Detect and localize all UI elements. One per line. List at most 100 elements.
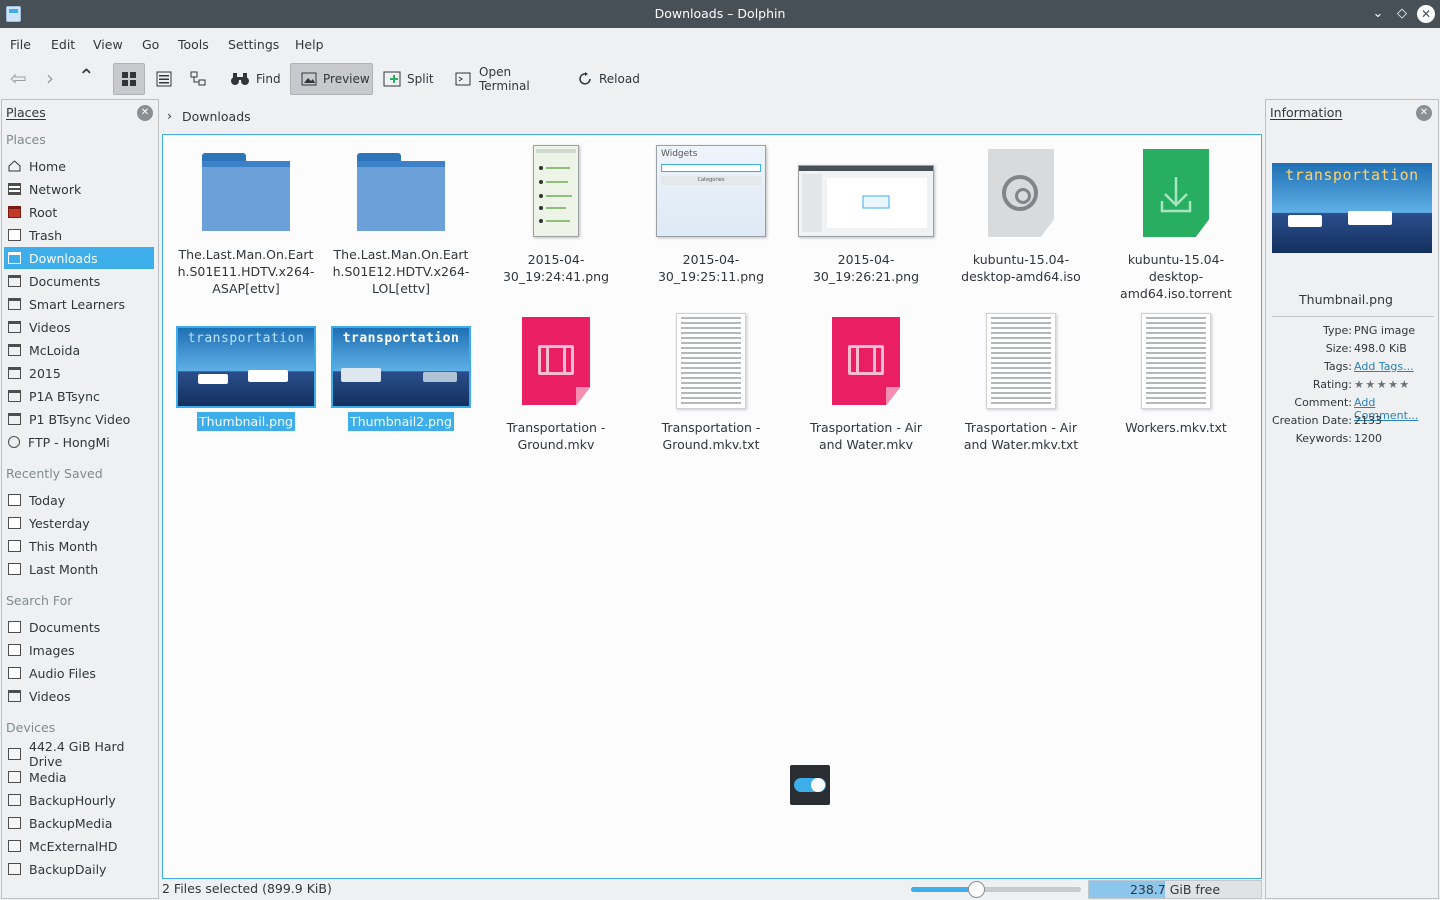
- information-file-name: Thumbnail.png: [1299, 292, 1393, 307]
- window-title: Downloads – Dolphin: [654, 6, 786, 21]
- free-space-label: 238.7 GiB free: [1129, 882, 1221, 897]
- menu-view[interactable]: View: [93, 37, 123, 52]
- back-arrow-icon[interactable]: ⇦: [10, 66, 27, 90]
- breadcrumb-chevron-icon[interactable]: ›: [167, 108, 172, 123]
- places-item-label: P1A BTsync: [29, 388, 100, 404]
- file-item[interactable]: Transportation - Ground.mkv.txt: [636, 313, 786, 453]
- forward-arrow-icon[interactable]: ›: [46, 66, 54, 90]
- places-item-label: 442.4 GiB Hard Drive: [29, 739, 125, 769]
- places-item-last-month[interactable]: Last Month: [4, 558, 154, 580]
- places-item-videos[interactable]: Videos: [4, 316, 154, 338]
- menu-edit[interactable]: Edit: [51, 37, 75, 52]
- file-item-selected[interactable]: transportation Thumbnail2.png: [326, 326, 476, 431]
- menu-bar: File Edit View Go Tools Settings Help: [0, 28, 1440, 60]
- places-item-backuphourly[interactable]: BackupHourly: [4, 789, 154, 811]
- places-item-downloads[interactable]: Downloads: [4, 247, 154, 269]
- drive-icon: [8, 863, 21, 875]
- file-item[interactable]: The.Last.Man.On.Earth.S01E12.HDTV.x264-L…: [326, 153, 476, 297]
- file-item[interactable]: The.Last.Man.On.Earth.S01E11.HDTV.x264-A…: [171, 153, 321, 297]
- file-item-selected[interactable]: transportation Thumbnail.png: [171, 326, 321, 431]
- places-item-2015[interactable]: 2015: [4, 362, 154, 384]
- find-button[interactable]: Find: [230, 63, 286, 95]
- add-tags-link[interactable]: Add Tags...: [1354, 360, 1414, 373]
- file-item[interactable]: Workers.mkv.txt: [1101, 313, 1251, 436]
- information-preview: transportation: [1272, 163, 1432, 253]
- places-item-label: BackupHourly: [29, 792, 116, 808]
- split-view-icon: [383, 71, 401, 87]
- places-section-search: Search For: [6, 593, 73, 608]
- places-item-mcloida[interactable]: McLoida: [4, 339, 154, 361]
- places-item-root[interactable]: Root: [4, 201, 154, 223]
- places-item-documents[interactable]: Documents: [4, 616, 154, 638]
- places-item-442-4-gib-hard-drive[interactable]: 442.4 GiB Hard Drive: [4, 739, 154, 769]
- places-item-network[interactable]: Network: [4, 178, 154, 200]
- zoom-slider[interactable]: [911, 881, 1081, 898]
- file-item[interactable]: Widgets Categories 2015-04-30_19:25:11.p…: [636, 145, 786, 285]
- free-space-indicator[interactable]: 238.7 GiB free: [1088, 880, 1262, 899]
- places-item-p1-btsync-video[interactable]: P1 BTsync Video: [4, 408, 154, 430]
- preview-toggle[interactable]: [790, 765, 830, 805]
- places-item-yesterday[interactable]: Yesterday: [4, 512, 154, 534]
- places-item-label: Last Month: [29, 561, 99, 577]
- file-item[interactable]: Trasportation - Air and Water.mkv.txt: [946, 313, 1096, 453]
- places-item-trash[interactable]: Trash: [4, 224, 154, 246]
- icons-view-button[interactable]: [113, 63, 145, 95]
- details-view-button[interactable]: [185, 63, 211, 95]
- text-file-icon: [676, 313, 746, 409]
- places-item-this-month[interactable]: This Month: [4, 535, 154, 557]
- image-thumbnail: [798, 165, 934, 237]
- info-label: Tags:: [1323, 360, 1352, 373]
- places-item-audio-files[interactable]: Audio Files: [4, 662, 154, 684]
- info-label: Creation Date:: [1271, 414, 1352, 427]
- file-view[interactable]: The.Last.Man.On.Earth.S01E11.HDTV.x264-A…: [162, 134, 1262, 879]
- menu-settings[interactable]: Settings: [228, 37, 279, 52]
- compact-view-button[interactable]: [151, 63, 177, 95]
- minimize-button[interactable]: ⌄: [1368, 4, 1388, 24]
- info-label: Rating:: [1312, 378, 1352, 391]
- places-item-label: 2015: [29, 365, 61, 381]
- maximize-button[interactable]: ◇: [1392, 4, 1412, 24]
- rating-stars[interactable]: ★ ★ ★ ★ ★: [1354, 378, 1409, 391]
- places-item-label: Downloads: [29, 250, 98, 266]
- places-item-label: Images: [29, 642, 75, 658]
- places-item-media[interactable]: Media: [4, 766, 154, 788]
- breadcrumb-downloads[interactable]: Downloads: [182, 109, 251, 124]
- split-label: Split: [407, 72, 434, 86]
- places-item-ftp-hongmi[interactable]: FTP - HongMi: [4, 431, 154, 453]
- open-terminal-button[interactable]: Open Terminal: [455, 63, 565, 95]
- document-icon: [8, 621, 21, 633]
- file-item[interactable]: 2015-04-30_19:26:21.png: [791, 165, 941, 285]
- drive-icon: [8, 794, 21, 806]
- places-item-mcexternalhd[interactable]: McExternalHD: [4, 835, 154, 857]
- zoom-slider-handle[interactable]: [967, 881, 985, 898]
- places-item-smart-learners[interactable]: Smart Learners: [4, 293, 154, 315]
- places-item-backupmedia[interactable]: BackupMedia: [4, 812, 154, 834]
- menu-help[interactable]: Help: [295, 37, 324, 52]
- close-places-icon[interactable]: ✕: [137, 105, 153, 121]
- file-item[interactable]: Transportation - Ground.mkv: [481, 317, 631, 453]
- menu-file[interactable]: File: [10, 37, 31, 52]
- places-item-p1a-btsync[interactable]: P1A BTsync: [4, 385, 154, 407]
- split-button[interactable]: Split: [383, 63, 443, 95]
- reload-button[interactable]: Reload: [577, 63, 647, 95]
- reload-icon: [577, 71, 593, 87]
- places-item-images[interactable]: Images: [4, 639, 154, 661]
- file-item[interactable]: kubuntu-15.04-desktop-amd64.iso.torrent: [1101, 149, 1251, 302]
- file-item[interactable]: kubuntu-15.04-desktop-amd64.iso: [946, 149, 1096, 285]
- places-item-backupdaily[interactable]: BackupDaily: [4, 858, 154, 880]
- info-value: PNG image: [1354, 324, 1416, 337]
- places-item-videos[interactable]: Videos: [4, 685, 154, 707]
- places-item-today[interactable]: Today: [4, 489, 154, 511]
- up-arrow-icon[interactable]: ⌃: [78, 64, 95, 88]
- places-item-documents[interactable]: Documents: [4, 270, 154, 292]
- places-item-home[interactable]: Home: [4, 155, 154, 177]
- close-button[interactable]: ✕: [1417, 5, 1435, 23]
- menu-tools[interactable]: Tools: [178, 37, 209, 52]
- file-item[interactable]: Trasportation - Air and Water.mkv: [791, 317, 941, 453]
- file-item[interactable]: 2015-04-30_19:24:41.png: [481, 145, 631, 285]
- image-thumbnail: [533, 145, 579, 237]
- preview-button[interactable]: Preview: [290, 63, 373, 95]
- toolbar: ⇦ › ⌃ Find Preview Split Open Terminal R…: [0, 60, 1440, 98]
- menu-go[interactable]: Go: [142, 37, 159, 52]
- close-information-icon[interactable]: ✕: [1416, 105, 1432, 121]
